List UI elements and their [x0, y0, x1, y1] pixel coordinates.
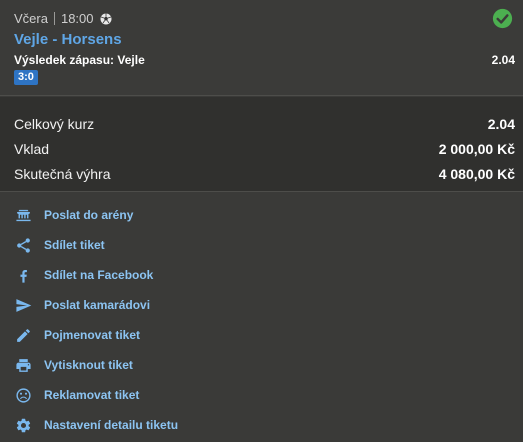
soccer-ball-icon	[100, 13, 112, 25]
total-odds-row: Celkový kurz 2.04	[0, 111, 523, 136]
ticket-actions-list: Poslat do arény Sdílet tiket Sdílet na F…	[0, 200, 523, 440]
totals-section: Celkový kurz 2.04 Vklad 2 000,00 Kč Skut…	[0, 97, 523, 192]
ticket-detail-settings-button[interactable]: Nastavení detailu tiketu	[0, 410, 523, 440]
facebook-icon	[14, 266, 32, 284]
rename-ticket-label: Pojmenovat tiket	[44, 328, 141, 342]
printer-icon	[14, 356, 32, 374]
bet-odds: 2.04	[491, 53, 515, 67]
complain-ticket-label: Reklamovat tiket	[44, 388, 140, 402]
share-facebook-button[interactable]: Sdílet na Facebook	[0, 260, 523, 290]
ticket-detail-settings-label: Nastavení detailu tiketu	[44, 418, 179, 432]
match-meta: Včera 18:00	[14, 11, 112, 26]
ticket-detail: Včera 18:00 Vejle - Horsens Výsledek záp…	[0, 0, 523, 442]
match-teams-link[interactable]: Vejle - Horsens	[14, 31, 122, 48]
actual-win-label: Skutečná výhra	[14, 165, 111, 182]
sad-face-icon	[14, 386, 32, 404]
stake-value: 2 000,00 Kč	[438, 140, 515, 157]
share-ticket-button[interactable]: Sdílet tiket	[0, 230, 523, 260]
stake-label: Vklad	[14, 140, 50, 157]
stake-row: Vklad 2 000,00 Kč	[0, 136, 523, 161]
share-icon	[14, 236, 32, 254]
send-to-arena-label: Poslat do arény	[44, 208, 134, 222]
share-ticket-label: Sdílet tiket	[44, 238, 105, 252]
rename-ticket-button[interactable]: Pojmenovat tiket	[0, 320, 523, 350]
complain-ticket-button[interactable]: Reklamovat tiket	[0, 380, 523, 410]
bet-selection-label: Výsledek zápasu: Vejle	[14, 53, 145, 67]
total-odds-value: 2.04	[487, 115, 515, 132]
send-to-friend-label: Poslat kamarádovi	[44, 298, 151, 312]
match-section: Včera 18:00 Vejle - Horsens Výsledek záp…	[0, 0, 523, 96]
actual-win-row: Skutečná výhra 4 080,00 Kč	[0, 161, 523, 186]
print-ticket-label: Vytisknout tiket	[44, 358, 133, 372]
check-circle-icon	[492, 8, 513, 29]
match-time: 18:00	[60, 11, 94, 26]
send-icon	[14, 296, 32, 314]
match-day: Včera	[14, 11, 48, 26]
total-odds-label: Celkový kurz	[14, 115, 95, 132]
meta-divider	[53, 12, 55, 25]
share-facebook-label: Sdílet na Facebook	[44, 268, 154, 282]
score-badge: 3:0	[14, 70, 38, 85]
print-ticket-button[interactable]: Vytisknout tiket	[0, 350, 523, 380]
gear-icon	[14, 416, 32, 434]
arena-icon	[14, 206, 32, 224]
send-to-arena-button[interactable]: Poslat do arény	[0, 200, 523, 230]
send-to-friend-button[interactable]: Poslat kamarádovi	[0, 290, 523, 320]
actual-win-value: 4 080,00 Kč	[438, 165, 515, 182]
bet-selection-row: Výsledek zápasu: Vejle 2.04	[14, 53, 515, 67]
pencil-icon	[14, 326, 32, 344]
